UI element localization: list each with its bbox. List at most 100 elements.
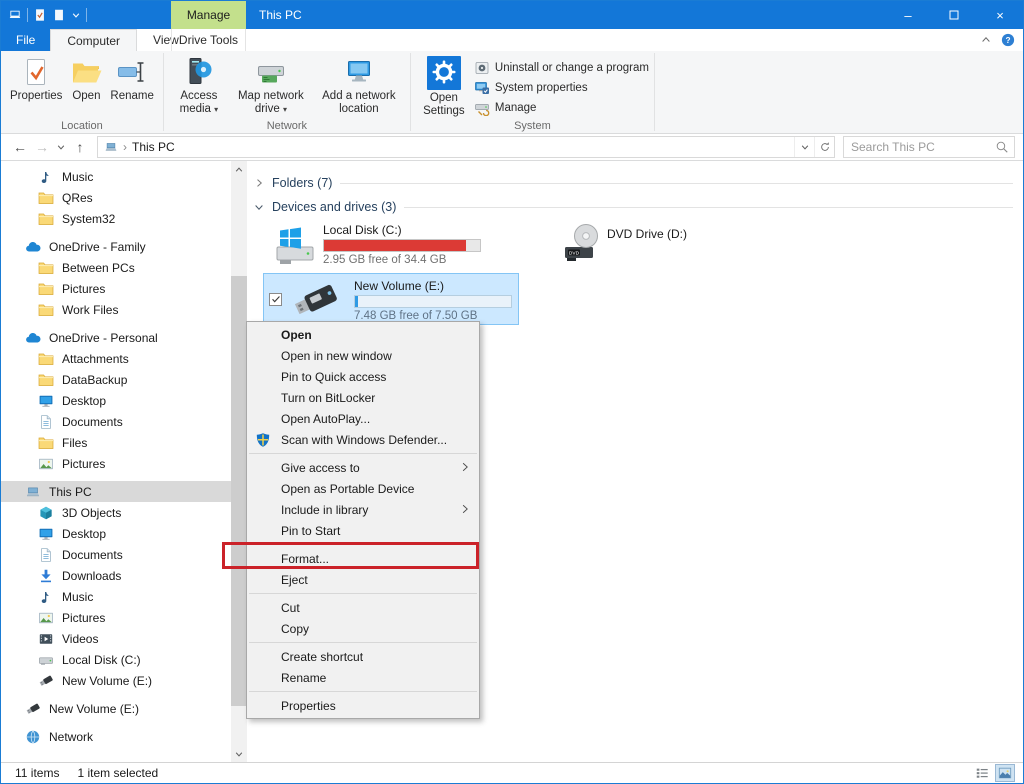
sidebar-item-onedrive-personal[interactable]: OneDrive - Personal (1, 327, 231, 348)
system-properties-button[interactable]: System properties (474, 79, 649, 96)
menu-item-open-as-portable-device[interactable]: Open as Portable Device (247, 478, 479, 499)
search-box[interactable] (843, 136, 1015, 158)
folder-icon (38, 435, 54, 451)
back-button[interactable]: ← (9, 139, 31, 155)
sidebar-item-network[interactable]: Network (1, 726, 231, 747)
submenu-arrow-icon (459, 503, 471, 515)
drive-tile-new-volume-e[interactable]: New Volume (E:) 7.48 GB free of 7.50 GB (263, 273, 519, 325)
menu-item-label: Pin to Quick access (281, 370, 386, 384)
sidebar-item-music[interactable]: Music (1, 166, 231, 187)
search-icon[interactable] (995, 140, 1009, 154)
sidebar-item-system32[interactable]: System32 (1, 208, 231, 229)
address-bar[interactable]: › This PC (97, 136, 835, 158)
uninstall-program-label: Uninstall or change a program (495, 62, 649, 74)
sidebar-item-desktop[interactable]: Desktop (1, 390, 231, 411)
properties-button[interactable]: Properties (6, 54, 66, 105)
titlebar: Manage This PC – × (1, 1, 1023, 29)
recent-locations-chevron-icon[interactable] (56, 142, 66, 152)
menu-item-give-access-to[interactable]: Give access to (247, 457, 479, 478)
sidebar-item-pictures[interactable]: Pictures (1, 453, 231, 474)
sidebar-item-label: New Volume (E:) (49, 702, 139, 716)
properties-label: Properties (10, 90, 62, 103)
sidebar-item-qres[interactable]: QRes (1, 187, 231, 208)
folders-group-header[interactable]: Folders (7) (247, 171, 1023, 195)
forward-button[interactable]: → (31, 139, 53, 155)
open-button[interactable]: Open (66, 54, 106, 105)
menu-item-properties[interactable]: Properties (247, 695, 479, 716)
customize-toolbar-chevron-icon[interactable] (71, 10, 81, 20)
drive-tile-dvd-d[interactable]: DVD DVD Drive (D:) (559, 221, 687, 269)
item-checkbox[interactable] (269, 293, 282, 306)
collapse-ribbon-icon[interactable] (980, 34, 992, 46)
menu-separator (249, 593, 477, 594)
open-settings-button[interactable]: Open Settings (416, 54, 472, 120)
sidebar-item-desktop[interactable]: Desktop (1, 523, 231, 544)
sidebar-item-between-pcs[interactable]: Between PCs (1, 257, 231, 278)
menu-item-include-in-library[interactable]: Include in library (247, 499, 479, 520)
sidebar-item-music[interactable]: Music (1, 586, 231, 607)
scrollbar-thumb[interactable] (231, 276, 247, 706)
menu-item-open[interactable]: Open (247, 324, 479, 345)
sidebar-item-downloads[interactable]: Downloads (1, 565, 231, 586)
tab-file[interactable]: File (1, 29, 50, 51)
details-view-button[interactable] (972, 764, 992, 782)
breadcrumb-this-pc[interactable]: This PC (132, 140, 175, 154)
thumbnails-view-button[interactable] (995, 764, 1015, 782)
access-media-button[interactable]: Access media ▾ (169, 54, 229, 118)
help-icon[interactable]: ? (1001, 33, 1015, 47)
search-input[interactable] (849, 139, 995, 155)
drive-tile-local-disk-c[interactable]: Local Disk (C:) 2.95 GB free of 34.4 GB (267, 221, 533, 269)
sidebar-item-files[interactable]: Files (1, 432, 231, 453)
this-pc-icon[interactable] (8, 8, 22, 22)
manage-button[interactable]: Manage (474, 99, 649, 116)
menu-item-pin-to-start[interactable]: Pin to Start (247, 520, 479, 541)
menu-item-copy[interactable]: Copy (247, 618, 479, 639)
refresh-button[interactable] (814, 137, 834, 157)
close-button[interactable]: × (977, 1, 1023, 29)
menu-item-eject[interactable]: Eject (247, 569, 479, 590)
rename-button[interactable]: Rename (106, 54, 157, 105)
sidebar-item-documents[interactable]: Documents (1, 544, 231, 565)
sidebar-item-this-pc[interactable]: This PC (1, 481, 231, 502)
devices-group-header[interactable]: Devices and drives (3) (247, 195, 1023, 219)
sidebar-item-pictures[interactable]: Pictures (1, 278, 231, 299)
map-network-drive-button[interactable]: Map network drive ▾ (229, 54, 313, 118)
menu-item-cut[interactable]: Cut (247, 597, 479, 618)
menu-item-open-autoplay[interactable]: Open AutoPlay... (247, 408, 479, 429)
items-count: 11 items (15, 766, 59, 780)
properties-quick-icon[interactable] (33, 8, 47, 22)
tab-computer[interactable]: Computer (50, 29, 137, 51)
menu-item-pin-to-quick-access[interactable]: Pin to Quick access (247, 366, 479, 387)
free-space-text: 7.48 GB free of 7.50 GB (354, 310, 512, 322)
menu-item-open-in-new-window[interactable]: Open in new window (247, 345, 479, 366)
menu-item-scan-with-windows-defender[interactable]: Scan with Windows Defender... (247, 429, 479, 450)
scroll-up-arrow[interactable] (231, 161, 247, 178)
sidebar-item-databackup[interactable]: DataBackup (1, 369, 231, 390)
menu-item-turn-on-bitlocker[interactable]: Turn on BitLocker (247, 387, 479, 408)
add-network-location-button[interactable]: Add a network location (313, 54, 405, 118)
tab-drive-tools[interactable]: Drive Tools (171, 29, 246, 51)
sidebar-item-local-disk-c[interactable]: Local Disk (C:) (1, 649, 231, 670)
uninstall-program-button[interactable]: Uninstall or change a program (474, 59, 649, 76)
sidebar-item-3d-objects[interactable]: 3D Objects (1, 502, 231, 523)
new-folder-quick-icon[interactable] (52, 8, 66, 22)
sidebar-item-onedrive-family[interactable]: OneDrive - Family (1, 236, 231, 257)
sidebar-item-documents[interactable]: Documents (1, 411, 231, 432)
sidebar-item-pictures[interactable]: Pictures (1, 607, 231, 628)
sidebar-item-attachments[interactable]: Attachments (1, 348, 231, 369)
sidebar-item-new-volume-e[interactable]: New Volume (E:) (1, 670, 231, 691)
up-button[interactable]: ↑ (69, 139, 91, 155)
scroll-down-arrow[interactable] (231, 745, 247, 762)
address-dropdown-button[interactable] (794, 137, 814, 157)
sidebar-item-new-volume-e[interactable]: New Volume (E:) (1, 698, 231, 719)
sidebar-item-videos[interactable]: Videos (1, 628, 231, 649)
menu-item-rename[interactable]: Rename (247, 667, 479, 688)
sidebar-scrollbar[interactable] (231, 161, 247, 762)
minimize-button[interactable]: – (885, 1, 931, 29)
breadcrumb[interactable]: › This PC (98, 140, 181, 154)
manage-contextual-tab[interactable]: Manage (171, 1, 246, 29)
open-label: Open (72, 90, 100, 103)
menu-item-create-shortcut[interactable]: Create shortcut (247, 646, 479, 667)
maximize-button[interactable] (931, 1, 977, 29)
sidebar-item-work-files[interactable]: Work Files (1, 299, 231, 320)
